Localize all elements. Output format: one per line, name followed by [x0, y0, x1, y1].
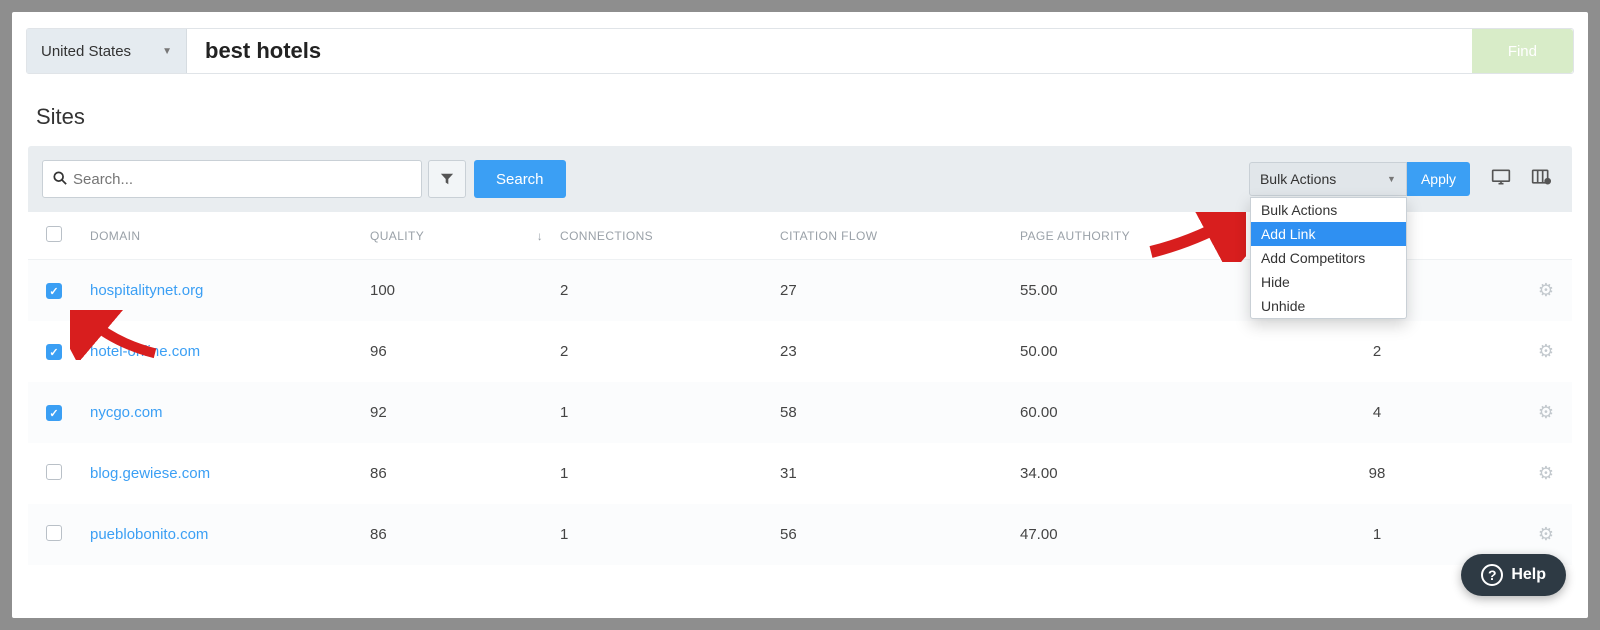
bulk-option[interactable]: Unhide [1251, 294, 1406, 318]
header-connections[interactable]: CONNECTIONS [560, 229, 780, 243]
keyword-input[interactable] [187, 29, 1472, 73]
top-search-bar: United States ▼ Find [26, 28, 1574, 74]
bulk-actions-menu: Bulk ActionsAdd LinkAdd CompetitorsHideU… [1250, 197, 1407, 319]
caret-down-icon: ▼ [1387, 174, 1396, 184]
cell-citation-flow: 23 [780, 343, 1020, 360]
table-row: blog.gewiese.com 86 13134.0098 ⚙ [28, 443, 1572, 504]
cell-connections: 2 [560, 282, 780, 299]
help-label: Help [1511, 566, 1546, 584]
columns-settings-button[interactable] [1524, 162, 1558, 196]
bulk-option[interactable]: Add Competitors [1251, 246, 1406, 270]
cell-citation-flow: 56 [780, 526, 1020, 543]
country-label: United States [41, 43, 131, 60]
cell-citation-flow: 58 [780, 404, 1020, 421]
cell-last: 1 [1260, 526, 1494, 543]
bulk-option[interactable]: Bulk Actions [1251, 198, 1406, 222]
header-citation-flow[interactable]: CITATION FLOW [780, 229, 1020, 243]
cell-citation-flow: 31 [780, 465, 1020, 482]
row-settings-button[interactable]: ⚙ [1538, 524, 1554, 544]
funnel-icon [440, 172, 454, 186]
apply-button[interactable]: Apply [1407, 162, 1470, 196]
cell-page-authority: 60.00 [1020, 404, 1260, 421]
caret-down-icon: ▼ [162, 46, 172, 57]
cell-last: 4 [1260, 404, 1494, 421]
header-page-authority[interactable]: PAGE AUTHORITY [1020, 229, 1260, 243]
cell-page-authority: 34.00 [1020, 465, 1260, 482]
search-button[interactable]: Search [474, 160, 566, 198]
row-checkbox[interactable] [46, 464, 62, 480]
row-checkbox[interactable] [46, 525, 62, 541]
row-checkbox[interactable] [46, 405, 62, 421]
cell-connections: 1 [560, 404, 780, 421]
cell-page-authority: 47.00 [1020, 526, 1260, 543]
domain-link[interactable]: nycgo.com [90, 404, 163, 421]
header-domain[interactable]: DOMAIN [90, 229, 370, 243]
table-row: pueblobonito.com8615647.001⚙ [28, 504, 1572, 565]
bulk-actions-dropdown[interactable]: Bulk Actions ▼ Bulk ActionsAdd LinkAdd C… [1249, 162, 1407, 196]
cell-connections: 2 [560, 343, 780, 360]
app-root: United States ▼ Find Sites Search Bulk A… [12, 12, 1588, 618]
row-settings-button[interactable]: ⚙ [1538, 280, 1554, 300]
filter-button[interactable] [428, 160, 466, 198]
country-dropdown[interactable]: United States ▼ [27, 29, 187, 73]
bulk-actions-label: Bulk Actions [1260, 171, 1336, 187]
bulk-option[interactable]: Hide [1251, 270, 1406, 294]
cell-quality: 100 [370, 282, 520, 299]
row-checkbox[interactable] [46, 344, 62, 360]
cell-page-authority: 50.00 [1020, 343, 1260, 360]
search-icon [53, 171, 67, 188]
sites-search-input[interactable] [73, 171, 411, 188]
domain-link[interactable]: hotel-online.com [90, 343, 200, 360]
row-settings-button[interactable]: ⚙ [1538, 341, 1554, 361]
cell-connections: 1 [560, 465, 780, 482]
domain-link[interactable]: blog.gewiese.com [90, 465, 210, 482]
cell-quality: 86 [370, 465, 520, 482]
table-row: hotel-online.com9622350.002⚙ [28, 321, 1572, 382]
cell-quality: 86 [370, 526, 520, 543]
cell-quality: 96 [370, 343, 520, 360]
cell-quality: 92 [370, 404, 520, 421]
display-settings-button[interactable] [1484, 162, 1518, 196]
columns-gear-icon [1531, 168, 1551, 191]
sites-toolbar: Search Bulk Actions ▼ Bulk ActionsAdd Li… [28, 146, 1572, 212]
header-quality[interactable]: QUALITY [370, 229, 520, 243]
sites-search-box[interactable] [42, 160, 422, 198]
cell-connections: 1 [560, 526, 780, 543]
cell-page-authority: 55.00 [1020, 282, 1260, 299]
table-row: nycgo.com 92 15860.004 ⚙ [28, 382, 1572, 443]
row-settings-button[interactable]: ⚙ [1538, 463, 1554, 483]
bulk-option[interactable]: Add Link [1251, 222, 1406, 246]
row-settings-button[interactable]: ⚙ [1538, 402, 1554, 422]
cell-citation-flow: 27 [780, 282, 1020, 299]
cell-last: 98 [1260, 465, 1494, 482]
find-button[interactable]: Find [1472, 29, 1573, 73]
help-button[interactable]: ? Help [1461, 554, 1566, 596]
section-title: Sites [36, 104, 1564, 130]
row-checkbox[interactable] [46, 283, 62, 299]
sort-indicator[interactable]: ↓ [520, 229, 560, 243]
cell-last: 2 [1260, 343, 1494, 360]
help-icon: ? [1481, 564, 1503, 586]
domain-link[interactable]: hospitalitynet.org [90, 282, 203, 299]
domain-link[interactable]: pueblobonito.com [90, 526, 208, 543]
select-all-checkbox[interactable] [46, 226, 62, 242]
monitor-icon [1491, 168, 1511, 191]
